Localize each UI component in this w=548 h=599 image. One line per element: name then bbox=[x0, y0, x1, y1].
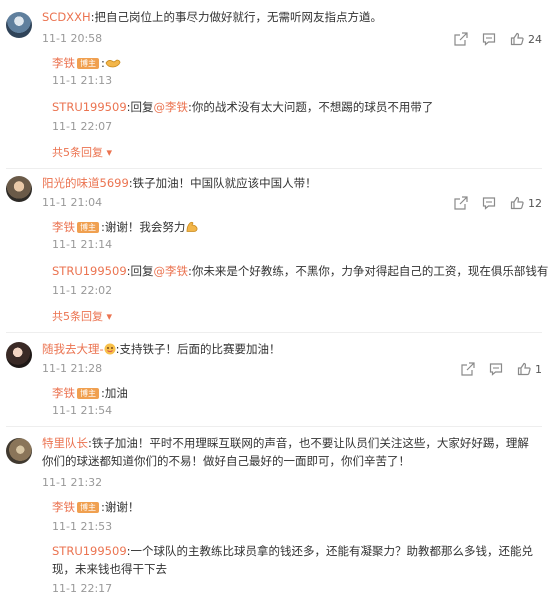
like-button[interactable]: 24 bbox=[510, 32, 542, 46]
avatar[interactable] bbox=[6, 12, 32, 38]
author-badge: 博主 bbox=[77, 502, 99, 513]
comment-actions: 1 bbox=[447, 360, 542, 378]
avatar[interactable] bbox=[6, 176, 32, 202]
reply: 李铁 博主:加油 bbox=[52, 386, 128, 400]
comment-text: 随我去大理-:支持铁子！后面的比赛要加油！ bbox=[42, 340, 528, 360]
view-more-replies-link[interactable]: 共5条回复 ▾ bbox=[52, 144, 528, 162]
reply: 李铁 博主: bbox=[52, 54, 528, 74]
comment-icon[interactable] bbox=[489, 362, 503, 376]
mention-link[interactable]: @李铁 bbox=[154, 100, 189, 114]
like-button[interactable]: 1 bbox=[517, 362, 542, 376]
comment-actions: 12 bbox=[440, 194, 542, 212]
reply: STRU199509:回复@李铁:你的战术没有太大问题，不想踢的球员不用带了 bbox=[52, 100, 434, 114]
chevron-down-icon: ▾ bbox=[103, 146, 113, 159]
comment-text: SCDXXH:把自己岗位上的事尽力做好就行，无需听网友指点方遒。 bbox=[42, 10, 382, 24]
timestamp: 11-1 22:07 bbox=[52, 120, 113, 133]
reply: 李铁 博主:谢谢！ bbox=[52, 500, 140, 514]
author-badge: 博主 bbox=[77, 388, 99, 399]
mention-link[interactable]: @李铁 bbox=[154, 264, 189, 278]
comment-text: 特里队长:铁子加油！平时不用理睬互联网的声音，也不要让队员们关注这些，大家好好踢… bbox=[42, 436, 529, 468]
like-count: 24 bbox=[528, 32, 542, 46]
chevron-down-icon: ▾ bbox=[103, 310, 113, 323]
timestamp: 11-1 22:17 bbox=[52, 582, 113, 595]
username[interactable]: STRU199509 bbox=[52, 100, 127, 114]
avatar[interactable] bbox=[6, 438, 32, 464]
username[interactable]: 李铁 bbox=[52, 220, 75, 234]
author-badge: 博主 bbox=[77, 222, 99, 233]
comment-icon[interactable] bbox=[482, 32, 496, 46]
timestamp: 11-1 21:32 bbox=[42, 476, 103, 489]
username[interactable]: 随我去大理- bbox=[42, 342, 104, 356]
divider bbox=[6, 426, 542, 427]
username[interactable]: 特里队长 bbox=[42, 436, 88, 450]
username[interactable]: 李铁 bbox=[52, 386, 75, 400]
like-button[interactable]: 12 bbox=[510, 196, 542, 210]
view-more-replies-link[interactable]: 共5条回复 ▾ bbox=[52, 308, 528, 326]
username[interactable]: SCDXXH bbox=[42, 10, 91, 24]
share-icon[interactable] bbox=[461, 362, 475, 376]
comment-actions: 24 bbox=[440, 30, 542, 48]
comment-text: 阳光的味道5699:铁子加油！中国队就应该中国人带！ bbox=[42, 176, 317, 190]
author-badge: 博主 bbox=[77, 58, 99, 69]
timestamp: 11-1 21:14 bbox=[52, 238, 113, 251]
timestamp: 11-1 22:02 bbox=[52, 284, 113, 297]
timestamp: 11-1 21:54 bbox=[52, 404, 113, 417]
divider bbox=[6, 168, 542, 169]
share-icon[interactable] bbox=[454, 32, 468, 46]
emoji-icon bbox=[104, 342, 116, 360]
divider bbox=[6, 332, 542, 333]
like-count: 1 bbox=[535, 362, 542, 376]
username[interactable]: 阳光的味道5699 bbox=[42, 176, 129, 190]
timestamp: 11-1 21:13 bbox=[52, 74, 113, 87]
username[interactable]: 李铁 bbox=[52, 56, 75, 70]
reply: STRU199509:一个球队的主教练比球员拿的钱还多，还能有凝聚力？助教都那么… bbox=[52, 544, 534, 576]
like-count: 12 bbox=[528, 196, 542, 210]
username[interactable]: STRU199509 bbox=[52, 264, 127, 278]
reply: STRU199509:回复@李铁:你未来是个好教练，不黑你，力争对得起自己的工资… bbox=[52, 264, 548, 278]
avatar[interactable] bbox=[6, 342, 32, 368]
username[interactable]: STRU199509 bbox=[52, 544, 127, 558]
share-icon[interactable] bbox=[454, 196, 468, 210]
timestamp: 11-1 21:53 bbox=[52, 520, 113, 533]
comment-icon[interactable] bbox=[482, 196, 496, 210]
reply: 李铁 博主:谢谢！我会努力 bbox=[52, 218, 528, 238]
username[interactable]: 李铁 bbox=[52, 500, 75, 514]
